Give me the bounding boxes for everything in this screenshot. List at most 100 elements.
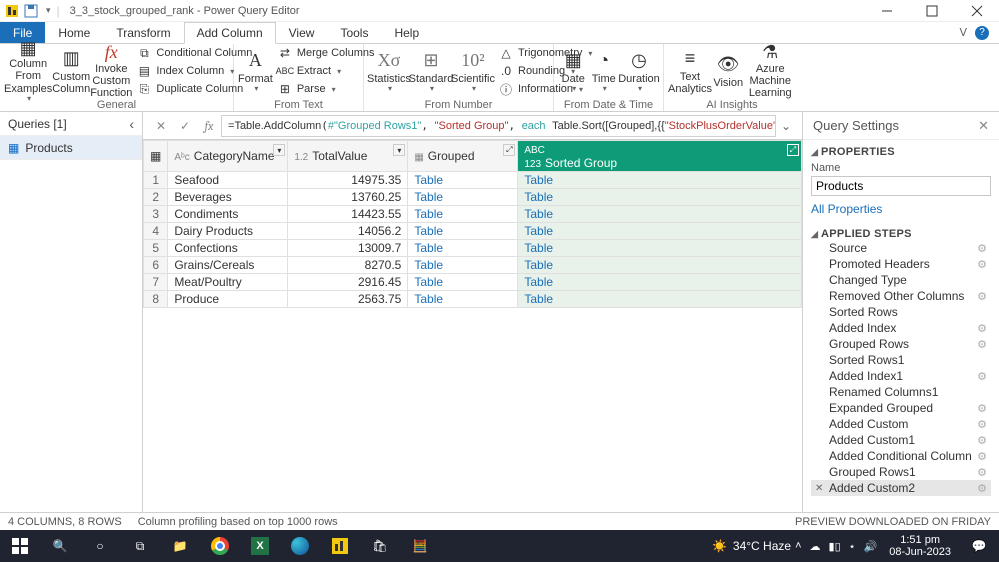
expand-icon[interactable]: ⤢ [503,144,515,156]
cell-grouped[interactable]: Table [408,274,518,291]
gear-icon[interactable]: ⚙ [977,402,987,415]
collapse-queries-icon[interactable]: ‹ [129,116,134,132]
tab-tools[interactable]: Tools [327,22,381,43]
save-icon[interactable] [22,2,40,20]
name-input[interactable] [811,176,991,196]
applied-step[interactable]: Added Custom2⚙ [811,480,991,496]
task-view-icon[interactable]: ⧉ [120,530,160,562]
scientific-button[interactable]: 10²Scientific [452,44,494,98]
chrome-icon[interactable] [200,530,240,562]
applied-step[interactable]: Source⚙ [811,240,991,256]
row-number[interactable]: 8 [144,291,168,308]
qat-dropdown[interactable]: ▾ [42,5,55,16]
search-icon[interactable]: 🔍 [40,530,80,562]
start-button[interactable] [0,530,40,562]
cell-grouped[interactable]: Table [408,291,518,308]
cell-totalvalue[interactable]: 13760.25 [288,189,408,206]
system-tray[interactable]: ˄ ☁ ▮▯ ⋆ 🔊 [791,540,881,553]
weather-widget[interactable]: ☀️ 34°C Haze [712,539,791,553]
battery-icon[interactable]: ▮▯ [829,540,841,553]
row-number[interactable]: 6 [144,257,168,274]
applied-step[interactable]: Grouped Rows⚙ [811,336,991,352]
cell-totalvalue[interactable]: 8270.5 [288,257,408,274]
gear-icon[interactable]: ⚙ [977,338,987,351]
gear-icon[interactable]: ⚙ [977,466,987,479]
cell-category[interactable]: Condiments [168,206,288,223]
filter-icon[interactable]: ▾ [393,144,405,156]
notifications-icon[interactable]: 💬 [959,530,999,562]
filter-icon[interactable]: ▾ [273,144,285,156]
applied-step[interactable]: Sorted Rows [811,304,991,320]
cell-category[interactable]: Meat/Poultry [168,274,288,291]
duration-button[interactable]: ◷Duration [619,44,659,98]
standard-button[interactable]: ⊞Standard [410,44,452,98]
cell-grouped[interactable]: Table [408,172,518,189]
cell-grouped[interactable]: Table [408,257,518,274]
cortana-icon[interactable]: ○ [80,530,120,562]
row-number[interactable]: 4 [144,223,168,240]
tab-help[interactable]: Help [381,22,432,43]
close-button[interactable] [954,0,999,22]
expand-formula-icon[interactable]: ⌄ [776,119,796,133]
applied-step[interactable]: Removed Other Columns⚙ [811,288,991,304]
cell-category[interactable]: Seafood [168,172,288,189]
cell-totalvalue[interactable]: 2916.45 [288,274,408,291]
applied-step[interactable]: Added Index1⚙ [811,368,991,384]
cell-grouped[interactable]: Table [408,240,518,257]
column-header-sortedgroup[interactable]: ABC123Sorted Group⤢ [518,141,802,172]
applied-step[interactable]: Added Custom⚙ [811,416,991,432]
help-icon[interactable]: ? [975,26,989,40]
query-item-products[interactable]: ▦ Products [0,136,142,160]
applied-step[interactable]: Renamed Columns1 [811,384,991,400]
applied-step[interactable]: Promoted Headers⚙ [811,256,991,272]
applied-step[interactable]: Sorted Rows1 [811,352,991,368]
cancel-formula-icon[interactable]: ✕ [149,115,173,137]
cell-sortedgroup[interactable]: Table [518,257,802,274]
gear-icon[interactable]: ⚙ [977,450,987,463]
custom-column-button[interactable]: ▥ Custom Column [52,44,90,98]
gear-icon[interactable]: ⚙ [977,482,987,495]
chevron-up-icon[interactable]: ˄ [795,540,801,552]
invoke-function-button[interactable]: fx Invoke Custom Function [90,44,132,98]
applied-step[interactable]: Grouped Rows1⚙ [811,464,991,480]
row-number[interactable]: 7 [144,274,168,291]
cell-category[interactable]: Grains/Cereals [168,257,288,274]
applied-step[interactable]: Added Custom1⚙ [811,432,991,448]
column-header-grouped[interactable]: ▦Grouped⤢ [408,141,518,172]
row-number[interactable]: 2 [144,189,168,206]
cell-sortedgroup[interactable]: Table [518,291,802,308]
azure-ml-button[interactable]: ⚗Azure Machine Learning [744,44,796,98]
cloud-icon[interactable]: ☁ [810,540,821,553]
row-header-corner[interactable]: ▦ [144,141,168,172]
text-analytics-button[interactable]: ≡Text Analytics [668,44,712,98]
store-icon[interactable]: 🛍 [360,530,400,562]
tab-add-column[interactable]: Add Column [184,22,276,44]
gear-icon[interactable]: ⚙ [977,258,987,271]
tab-home[interactable]: Home [45,22,103,43]
time-button[interactable]: ◔Time [589,44,620,98]
taskbar-clock[interactable]: 1:51 pm 08-Jun-2023 [881,534,959,558]
merge-columns-button[interactable]: ⇄Merge Columns [277,44,375,62]
file-explorer-icon[interactable]: 📁 [160,530,200,562]
gear-icon[interactable]: ⚙ [977,290,987,303]
cell-sortedgroup[interactable]: Table [518,240,802,257]
calculator-icon[interactable]: 🧮 [400,530,440,562]
cell-totalvalue[interactable]: 14056.2 [288,223,408,240]
cell-category[interactable]: Beverages [168,189,288,206]
cell-category[interactable]: Dairy Products [168,223,288,240]
gear-icon[interactable]: ⚙ [977,242,987,255]
vision-button[interactable]: 👁Vision [712,44,744,98]
column-from-examples-button[interactable]: ▦ Column From Examples [4,44,52,98]
gear-icon[interactable]: ⚙ [977,370,987,383]
applied-step[interactable]: Added Conditional Column⚙ [811,448,991,464]
powerbi-icon[interactable] [320,530,360,562]
statistics-button[interactable]: XσStatistics [368,44,410,98]
expand-icon[interactable]: ⤢ [787,144,799,156]
accept-formula-icon[interactable]: ✓ [173,115,197,137]
cell-sortedgroup[interactable]: Table [518,172,802,189]
row-number[interactable]: 5 [144,240,168,257]
ribbon-collapse-icon[interactable]: ᐯ [959,26,967,39]
cell-sortedgroup[interactable]: Table [518,189,802,206]
column-header-totalvalue[interactable]: 1.2TotalValue▾ [288,141,408,172]
cell-grouped[interactable]: Table [408,189,518,206]
